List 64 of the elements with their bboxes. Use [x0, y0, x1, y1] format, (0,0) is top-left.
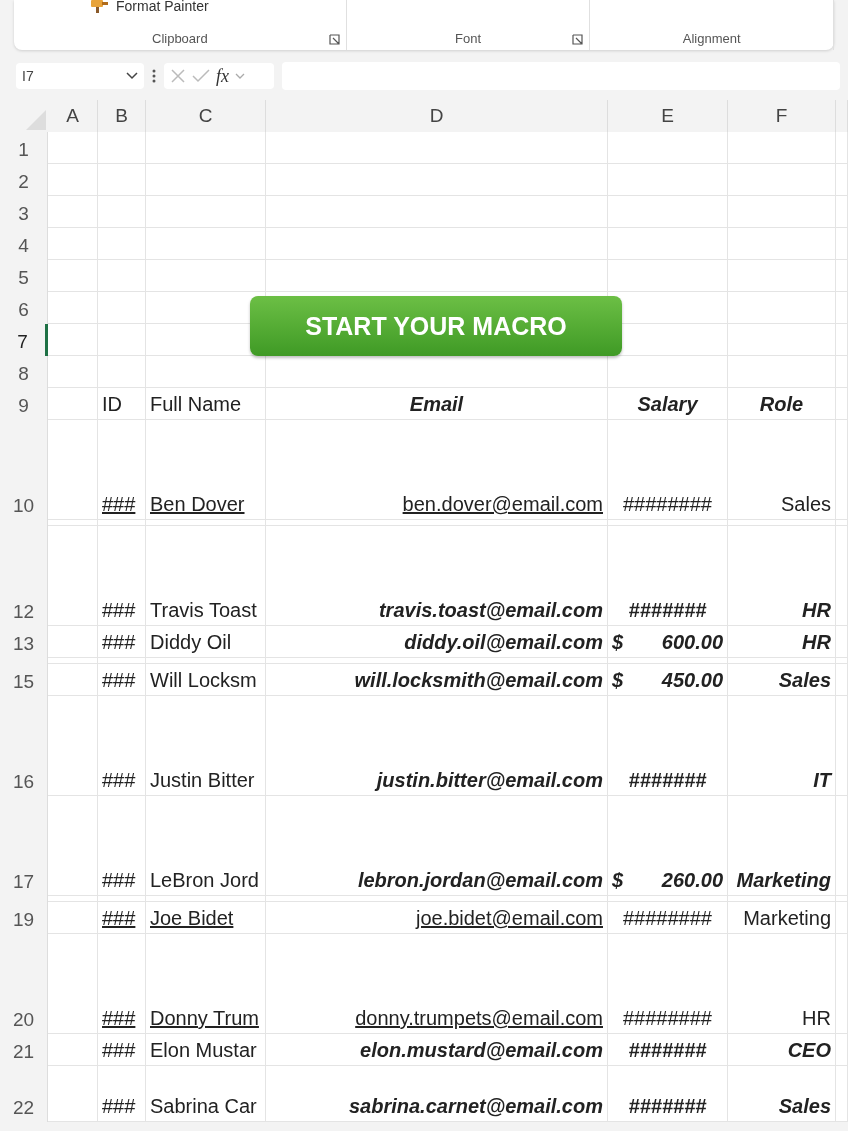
table-cell: Sales	[728, 664, 836, 696]
insert-function-button[interactable]: fx	[216, 65, 229, 87]
currency-symbol: $	[612, 631, 624, 654]
table-cell: LeBron Jord	[146, 796, 266, 896]
table-cell: ########	[608, 420, 728, 520]
table-cell: Elon Mustar	[146, 1034, 266, 1066]
table-cell: #######	[608, 1066, 728, 1122]
table-cell: Full Name	[146, 388, 266, 420]
table-cell: #######	[608, 1034, 728, 1066]
table-cell[interactable]: Donny Trum	[146, 934, 266, 1034]
table-cell: Email	[266, 388, 608, 420]
table-cell: lebron.jordan@email.com	[266, 796, 608, 896]
ribbon-group-label: Alignment	[682, 31, 741, 46]
currency-symbol: $	[612, 669, 624, 692]
table-cell: ###	[98, 664, 146, 696]
ribbon-group-label: Clipboard	[152, 31, 208, 46]
table-cell: Salary	[608, 388, 728, 420]
table-cell: Role	[728, 388, 836, 420]
table-cell: ###	[98, 626, 146, 658]
table-cell: ###	[98, 696, 146, 796]
table-cell: ########	[608, 934, 728, 1034]
table-cell[interactable]: donny.trumpets@email.com	[266, 934, 608, 1034]
table-cell[interactable]: ben.dover@email.com	[266, 420, 608, 520]
table-cell: Will Locksm	[146, 664, 266, 696]
table-cell: justin.bitter@email.com	[266, 696, 608, 796]
table-cell: Sales	[728, 1066, 836, 1122]
table-cell: ###	[98, 796, 146, 896]
table-cell: Marketing	[728, 796, 836, 896]
table-cell: HR	[728, 934, 836, 1034]
table-cell[interactable]: ###	[98, 902, 146, 934]
amount-text: 600.00	[661, 631, 723, 654]
table-cell[interactable]: Joe Bidet	[146, 902, 266, 934]
table-cell[interactable]: ###	[98, 934, 146, 1034]
table-cell: Travis Toast	[146, 526, 266, 626]
table-cell: Marketing	[728, 902, 836, 934]
table-cell: elon.mustard@email.com	[266, 1034, 608, 1066]
table-cell: HR	[728, 526, 836, 626]
table-cell: IT	[728, 696, 836, 796]
table-cell[interactable]: joe.bidet@email.com	[266, 902, 608, 934]
table-cell: ID	[98, 388, 146, 420]
table-cell: ###	[98, 1066, 146, 1122]
format-painter-button[interactable]: Format Painter	[116, 0, 209, 14]
currency-symbol: $	[612, 869, 624, 892]
table-cell: Justin Bitter	[146, 696, 266, 796]
ribbon-group-label: Font	[455, 31, 481, 46]
table-cell: ###	[98, 526, 146, 626]
table-cell: sabrina.carnet@email.com	[266, 1066, 608, 1122]
table-cell: Sabrina Car	[146, 1066, 266, 1122]
table-cell[interactable]: Ben Dover	[146, 420, 266, 520]
table-cell: travis.toast@email.com	[266, 526, 608, 626]
name-box[interactable]: I7	[16, 63, 144, 89]
amount-text: 260.00	[661, 869, 723, 892]
table-cell: CEO	[728, 1034, 836, 1066]
table-cell: #######	[608, 526, 728, 626]
table-cell: HR	[728, 626, 836, 658]
table-cell: Sales	[728, 420, 836, 520]
amount-text: 450.00	[661, 669, 723, 692]
table-cell: diddy.oil@email.com	[266, 626, 608, 658]
table-cell: Diddy Oil	[146, 626, 266, 658]
table-cell[interactable]: ###	[98, 420, 146, 520]
table-cell: will.locksmith@email.com	[266, 664, 608, 696]
table-cell: #######	[608, 696, 728, 796]
table-cell: ###	[98, 1034, 146, 1066]
table-cell: ########	[608, 902, 728, 934]
